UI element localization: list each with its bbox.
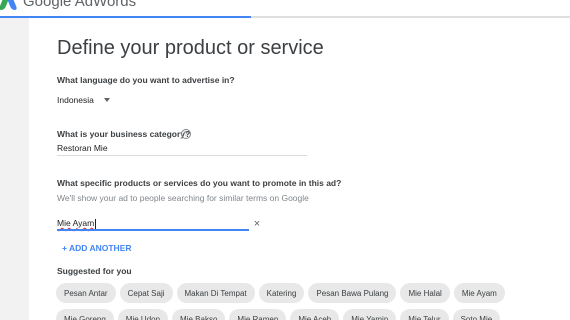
app-name: Google AdWords <box>23 0 137 10</box>
suggestion-chip[interactable]: Mie Udon <box>117 309 169 320</box>
add-another-button[interactable]: + ADD ANOTHER <box>62 243 132 253</box>
suggestion-chip[interactable]: Cepat Saji <box>119 283 173 303</box>
suggestion-chip[interactable]: Mie Ayam <box>453 283 505 303</box>
suggestion-chip[interactable]: Makan Di Tempat <box>176 283 255 303</box>
category-underline <box>57 155 307 156</box>
dropdown-caret-icon <box>103 98 110 102</box>
close-icon[interactable]: × <box>251 218 263 230</box>
page-title: Define your product or service <box>57 37 324 59</box>
suggestion-chip[interactable]: Mie Bakso <box>172 309 226 320</box>
language-selected: Indonesia <box>57 95 94 105</box>
adwords-logo: Google AdWords <box>0 0 136 11</box>
product-input-word: Mie <box>57 218 71 228</box>
suggestion-chip[interactable]: Mie Ramen <box>229 309 287 320</box>
suggested-label: Suggested for you <box>57 266 132 276</box>
suggestion-chip[interactable]: Pesan Antar <box>56 283 116 303</box>
adwords-logo-icon <box>0 0 18 10</box>
suggestion-chip[interactable]: Katering <box>258 283 305 303</box>
language-label: What language do you want to advertise i… <box>57 75 235 85</box>
suggestion-chip[interactable]: Mie Telur <box>400 309 449 320</box>
product-input-underline <box>57 229 249 231</box>
help-icon[interactable]: ? <box>181 129 191 139</box>
suggestion-chip[interactable]: Mie Halal <box>400 283 450 303</box>
products-hint: We'll show your ad to people searching f… <box>57 193 309 203</box>
suggestion-chip[interactable]: Pesan Bawa Pulang <box>308 283 397 303</box>
suggestion-chip[interactable]: Soto Mie <box>452 309 501 320</box>
suggestion-chip[interactable]: Mie Aceh <box>290 309 340 320</box>
text-cursor <box>95 218 97 229</box>
language-dropdown[interactable]: Indonesia <box>57 92 110 108</box>
category-label: What is your business category? <box>57 129 191 139</box>
product-input[interactable]: Mie Ayam <box>57 218 97 229</box>
suggestion-chip[interactable]: Mie Yamin <box>343 309 397 320</box>
suggestion-chips: Pesan Antar Cepat Saji Makan Di Tempat Kate… <box>56 283 566 320</box>
category-field[interactable]: Restoran Mie <box>57 143 108 153</box>
suggestion-chip[interactable]: Mie Goreng <box>56 309 114 320</box>
product-input-word: Ayam <box>72 218 95 228</box>
products-label: What specific products or services do yo… <box>57 178 342 188</box>
